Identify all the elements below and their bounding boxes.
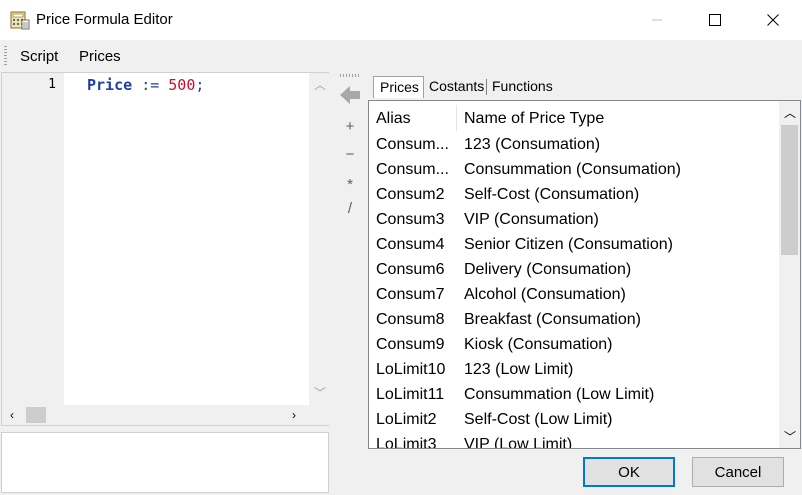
price-type-name-cell: Consummation (Consumation) <box>464 161 681 178</box>
list-row[interactable]: Consum9 Kiosk (Consumation) <box>369 334 779 359</box>
list-row[interactable]: Consum4 Senior Citizen (Consumation) <box>369 234 779 259</box>
calculator-table-icon <box>10 10 30 30</box>
alias-cell: Consum4 <box>376 236 445 253</box>
list-row[interactable]: Consum6 Delivery (Consumation) <box>369 259 779 284</box>
list-row[interactable]: Consum7 Alcohol (Consumation) <box>369 284 779 309</box>
minimize-icon <box>652 19 662 21</box>
list-row[interactable]: Consum3 VIP (Consumation) <box>369 209 779 234</box>
price-type-name-cell: Consummation (Low Limit) <box>464 386 655 403</box>
alias-cell: Consum... <box>376 136 449 153</box>
alias-cell: Consum6 <box>376 261 445 278</box>
horizontal-scroll-thumb[interactable] <box>26 407 46 423</box>
alias-cell: Consum8 <box>376 311 445 328</box>
close-button[interactable] <box>744 0 802 40</box>
price-type-name-cell: Alcohol (Consumation) <box>464 286 626 303</box>
scroll-down-icon[interactable]: ﹀ <box>784 431 796 443</box>
tab-separator <box>486 79 487 95</box>
price-type-name-cell: 123 (Consumation) <box>464 136 601 153</box>
alias-cell: Consum9 <box>376 336 445 353</box>
line-number-gutter: 1 <box>2 73 64 405</box>
price-type-name-cell: VIP (Low Limit) <box>464 436 573 448</box>
toolbar-grip[interactable] <box>4 46 7 66</box>
price-type-name-cell: Senior Citizen (Consumation) <box>464 236 673 253</box>
operator-minus[interactable]: − <box>342 146 358 163</box>
price-type-name-cell: Self-Cost (Consumation) <box>464 186 640 203</box>
list-row[interactable]: LoLimit11 Consummation (Low Limit) <box>369 384 779 409</box>
editor-horizontal-scrollbar[interactable]: ‹ › <box>2 405 309 425</box>
tab-costants[interactable]: Costants <box>429 76 487 98</box>
scroll-up-icon[interactable]: ︿ <box>784 107 796 119</box>
scroll-up-icon[interactable]: ︿ <box>314 79 326 91</box>
price-type-name-cell: Self-Cost (Low Limit) <box>464 411 613 428</box>
list-row[interactable]: Consum... 123 (Consumation) <box>369 134 779 159</box>
editor-vertical-scrollbar[interactable]: ︿ ﹀ <box>309 73 329 405</box>
operator-multiply[interactable]: * <box>342 176 358 193</box>
toolbar-grip[interactable] <box>340 74 360 77</box>
alias-cell: LoLimit3 <box>376 436 437 448</box>
menu-bar: Script Prices <box>0 40 802 72</box>
scrollbar-corner <box>309 405 329 425</box>
ok-button[interactable]: OK <box>583 457 675 487</box>
title-bar: Price Formula Editor <box>0 0 802 40</box>
alias-cell: Consum7 <box>376 286 445 303</box>
scroll-left-icon[interactable]: ‹ <box>10 409 14 421</box>
list-row[interactable]: LoLimit10 123 (Low Limit) <box>369 359 779 384</box>
alias-cell: LoLimit11 <box>376 386 445 403</box>
script-editor[interactable]: 1 Price := 500; ︿ ﹀ ‹ › <box>1 72 329 426</box>
window-title: Price Formula Editor <box>36 11 173 28</box>
message-box[interactable] <box>1 432 329 493</box>
price-type-name-cell: Breakfast (Consumation) <box>464 311 641 328</box>
scroll-down-icon[interactable]: ﹀ <box>314 387 326 399</box>
list-row[interactable]: Consum2 Self-Cost (Consumation) <box>369 184 779 209</box>
line-number: 1 <box>48 77 56 92</box>
menu-item-script[interactable]: Script <box>20 48 58 65</box>
code-keyword: Price <box>87 76 133 94</box>
operator-divide[interactable]: / <box>342 200 358 217</box>
close-icon <box>767 14 779 26</box>
tab-prices[interactable]: Prices <box>373 76 424 98</box>
operator-toolbar: + − * / <box>334 72 366 232</box>
list-row[interactable]: Consum... Consummation (Consumation) <box>369 159 779 184</box>
alias-cell: Consum3 <box>376 211 445 228</box>
price-type-name-cell: VIP (Consumation) <box>464 211 599 228</box>
alias-cell: LoLimit2 <box>376 411 437 428</box>
code-punctuation: ; <box>195 76 205 94</box>
alias-cell: Consum2 <box>376 186 445 203</box>
code-operator: := <box>141 76 160 94</box>
menu-item-prices[interactable]: Prices <box>79 48 121 65</box>
operator-plus[interactable]: + <box>342 118 358 135</box>
alias-cell: Consum... <box>376 161 449 178</box>
price-type-name-cell: Delivery (Consumation) <box>464 261 632 278</box>
code-number: 500 <box>168 76 196 94</box>
prices-list[interactable]: Alias Name of Price Type Consum... 123 (C… <box>368 100 801 449</box>
vertical-scroll-thumb[interactable] <box>781 125 798 255</box>
cancel-button[interactable]: Cancel <box>692 457 784 487</box>
minimize-button[interactable] <box>628 0 686 40</box>
maximize-button[interactable] <box>686 0 744 40</box>
list-row[interactable]: LoLimit3 VIP (Low Limit) <box>369 434 779 448</box>
code-line[interactable]: Price := 500; <box>87 76 204 94</box>
list-row[interactable]: LoLimit2 Self-Cost (Low Limit) <box>369 409 779 434</box>
maximize-icon <box>709 14 721 26</box>
price-type-name-cell: 123 (Low Limit) <box>464 361 574 378</box>
scroll-right-icon[interactable]: › <box>292 409 296 421</box>
list-row[interactable]: Consum8 Breakfast (Consumation) <box>369 309 779 334</box>
list-vertical-scrollbar[interactable]: ︿ ﹀ <box>779 101 800 448</box>
alias-cell: LoLimit10 <box>376 361 446 378</box>
arrow-left-icon[interactable] <box>338 84 362 110</box>
price-type-name-cell: Kiosk (Consumation) <box>464 336 613 353</box>
tab-functions[interactable]: Functions <box>492 76 572 98</box>
